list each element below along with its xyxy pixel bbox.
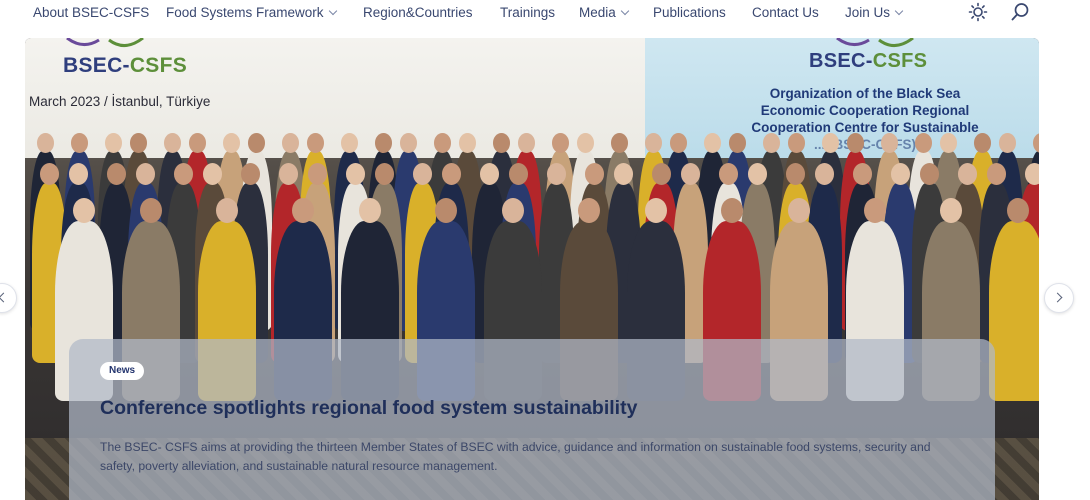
- chevron-down-icon: [328, 6, 337, 16]
- nav-contact-label: Contact Us: [752, 5, 819, 20]
- chevron-down-icon: [894, 6, 904, 16]
- nav-join-us[interactable]: Join Us: [845, 4, 904, 22]
- main-navigation: About BSEC-CSFS Food Systems Framework R…: [0, 0, 1090, 26]
- news-badge[interactable]: News: [100, 362, 145, 380]
- event-date-place: March 2023 / İstanbul, Türkiye: [29, 94, 211, 109]
- nav-media-label: Media: [579, 5, 616, 20]
- nav-trainings[interactable]: Trainings: [500, 4, 555, 22]
- nav-about-label: About BSEC-CSFS: [33, 5, 150, 20]
- carousel-next-button[interactable]: [1044, 283, 1074, 313]
- nav-region-countries[interactable]: Region&Countries: [363, 4, 473, 22]
- theme-toggle-sun-icon[interactable]: [968, 2, 988, 22]
- chevron-down-icon: [620, 6, 630, 16]
- slide-description: The BSEC- CSFS aims at providing the thi…: [100, 440, 931, 473]
- organization-name: Organization of the Black Sea Economic C…: [751, 86, 979, 152]
- slide-caption-card: News Conference spotlights regional food…: [69, 339, 995, 500]
- bsec-csfs-logo-mark: [66, 38, 144, 47]
- search-icon[interactable]: [1010, 2, 1030, 22]
- nav-publications-label: Publications: [653, 5, 726, 20]
- nav-publications[interactable]: Publications: [653, 4, 726, 22]
- nav-media[interactable]: Media: [579, 4, 630, 22]
- bsec-csfs-logo: BSEC-CSFS: [809, 50, 928, 72]
- nav-region-label: Region&Countries: [363, 5, 473, 20]
- nav-join-label: Join Us: [845, 5, 891, 20]
- nav-contact-us[interactable]: Contact Us: [752, 4, 819, 22]
- bsec-csfs-logo: BSEC-CSFS: [63, 54, 188, 77]
- nav-about[interactable]: About BSEC-CSFS: [33, 4, 149, 22]
- carousel-prev-button[interactable]: [0, 283, 17, 313]
- slide-title[interactable]: Conference spotlights regional food syst…: [100, 397, 637, 420]
- nav-trainings-label: Trainings: [500, 5, 556, 20]
- bsec-csfs-logo-mark: [836, 38, 914, 47]
- nav-food-systems-framework[interactable]: Food Systems Framework: [166, 4, 337, 22]
- nav-food-systems-label: Food Systems Framework: [166, 5, 324, 20]
